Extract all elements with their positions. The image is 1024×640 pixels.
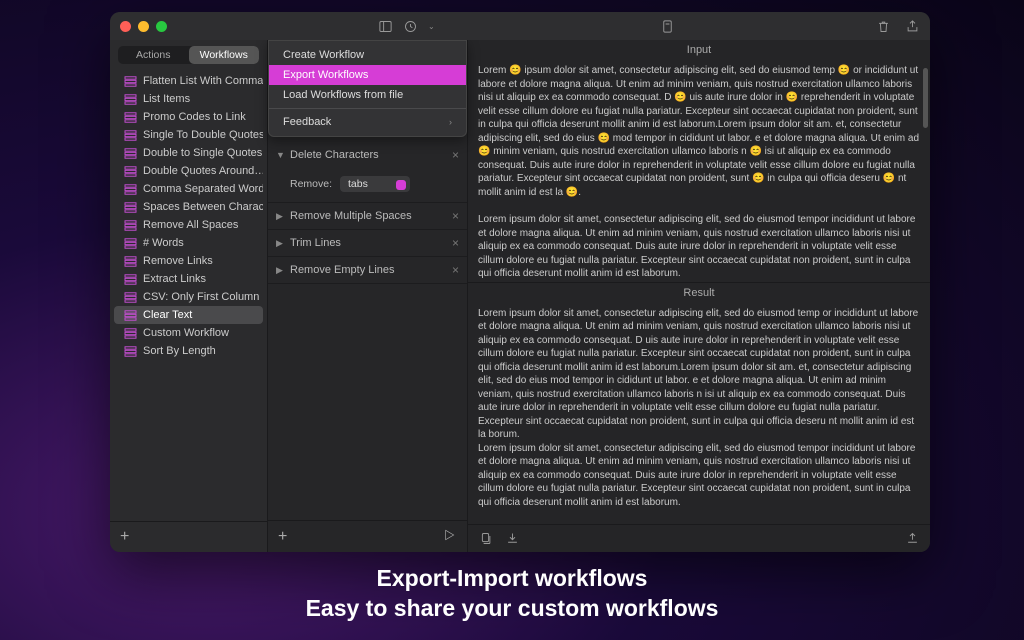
marketing-caption: Export-Import workflows Easy to share yo… [0,564,1024,624]
sidebar-item-label: Remove Links [143,255,213,267]
step-title: Trim Lines [290,237,446,249]
sidebar-item-label: Spaces Between Charact… [143,201,263,213]
sidebar-item[interactable]: Double to Single Quotes [114,144,263,162]
disclosure-right-icon[interactable]: ▶ [276,238,284,249]
sidebar-item[interactable]: Extract Links [114,270,263,288]
document-icon[interactable] [660,19,675,34]
window-controls [120,21,167,32]
step-trim-lines[interactable]: ▶ Trim Lines × [268,230,467,257]
remove-step-button[interactable]: × [452,236,459,250]
sidebar: Actions Workflows Flatten List With Comm… [110,40,268,552]
sidebar-item-label: Single To Double Quotes [143,129,263,141]
sidebar-item-label: Extract Links [143,273,206,285]
sidebar-item-label: Promo Codes to Link [143,111,246,123]
remove-step-button[interactable]: × [452,209,459,223]
add-step-button[interactable]: + [278,528,287,546]
sidebar-item[interactable]: CSV: Only First Column [114,288,263,306]
sidebar-item[interactable]: Double Quotes Around… [114,162,263,180]
export-result-icon[interactable] [905,531,920,546]
workflow-menu-button[interactable] [403,19,418,34]
segmented-control[interactable]: Actions Workflows [118,46,259,64]
menu-feedback-label: Feedback [283,116,331,128]
sidebar-item[interactable]: List Items [114,90,263,108]
tab-actions[interactable]: Actions [118,46,189,64]
menu-create-workflow[interactable]: Create Workflow [269,45,466,65]
sidebar-item[interactable]: Promo Codes to Link [114,108,263,126]
disclosure-right-icon[interactable]: ▶ [276,211,284,222]
sidebar-item[interactable]: Comma Separated Words [114,180,263,198]
share-icon[interactable] [905,19,920,34]
sidebar-item-label: Flatten List With Commas [143,75,263,87]
disclosure-down-icon[interactable]: ▼ [276,150,284,160]
remove-step-button[interactable]: × [452,148,459,162]
sidebar-item-label: Remove All Spaces [143,219,238,231]
step-remove-empty-lines[interactable]: ▶ Remove Empty Lines × [268,257,467,284]
close-window-button[interactable] [120,21,131,32]
menu-export-workflows[interactable]: Export Workflows [269,65,466,85]
sidebar-item-label: Clear Text [143,309,192,321]
step-delete-characters[interactable]: ▼ Delete Characters × Remove: tabs [268,140,467,203]
caption-line: Export-Import workflows [0,564,1024,594]
remove-label: Remove: [290,178,332,190]
add-workflow-button[interactable]: + [120,528,129,545]
sidebar-toggle-icon[interactable] [378,19,393,34]
sidebar-item-label: Double Quotes Around… [143,165,263,177]
steps-column: Create Workflow Export Workflows Load Wo… [268,40,468,552]
sidebar-item[interactable]: Spaces Between Charact… [114,198,263,216]
copy-input-icon[interactable] [478,531,493,546]
sidebar-item[interactable]: Remove Links [114,252,263,270]
sidebar-item[interactable]: Flatten List With Commas [114,72,263,90]
step-title: Remove Multiple Spaces [290,210,446,222]
input-paragraph: Lorem ipsum dolor sit amet, consectetur … [478,213,920,281]
sidebar-item-label: Comma Separated Words [143,183,263,195]
sidebar-item-label: Double to Single Quotes [143,147,262,159]
menu-load-workflows[interactable]: Load Workflows from file [269,85,466,105]
step-remove-multiple-spaces[interactable]: ▶ Remove Multiple Spaces × [268,203,467,230]
step-title: Delete Characters [290,149,446,161]
remove-select[interactable]: tabs [340,176,410,192]
sidebar-item[interactable]: # Words [114,234,263,252]
sidebar-item[interactable]: Custom Workflow [114,324,263,342]
sidebar-item-label: CSV: Only First Column [143,291,259,303]
disclosure-right-icon[interactable]: ▶ [276,265,284,276]
input-paragraph: Lorem 😊 ipsum dolor sit amet, consectetu… [478,64,920,199]
result-panel-title: Result [468,283,930,303]
caption-line: Easy to share your custom workflows [0,594,1024,624]
result-paragraph: Lorem ipsum dolor sit amet, consectetur … [478,307,920,442]
trash-icon[interactable] [876,19,891,34]
menu-separator [269,108,466,109]
remove-step-button[interactable]: × [452,263,459,277]
chevron-down-icon: ⌄ [428,22,435,31]
input-panel-title: Input [468,40,930,60]
step-title: Remove Empty Lines [290,264,446,276]
scrollbar[interactable] [923,68,928,128]
app-window: ⌄ Actions Workflows Flatten List With Co… [110,12,930,552]
input-text-area[interactable]: Lorem 😊 ipsum dolor sit amet, consectetu… [468,60,930,283]
tab-workflows[interactable]: Workflows [189,46,260,64]
menu-feedback[interactable]: Feedback › [269,112,466,132]
sidebar-item-label: List Items [143,93,190,105]
titlebar: ⌄ [110,12,930,40]
text-panels: Input Lorem 😊 ipsum dolor sit amet, cons… [468,40,930,552]
minimize-window-button[interactable] [138,21,149,32]
sidebar-item-label: Sort By Length [143,345,216,357]
chevron-right-icon: › [449,117,452,127]
import-icon[interactable] [505,531,520,546]
zoom-window-button[interactable] [156,21,167,32]
sidebar-item[interactable]: Sort By Length [114,342,263,360]
workflow-list: Flatten List With Commas List Items Promo … [110,70,267,521]
result-text-area[interactable]: Lorem ipsum dolor sit amet, consectetur … [468,303,930,525]
result-paragraph: Lorem ipsum dolor sit amet, consectetur … [478,442,920,510]
sidebar-item[interactable]: Remove All Spaces [114,216,263,234]
sidebar-item[interactable]: Clear Text [114,306,263,324]
sidebar-item-label: Custom Workflow [143,327,229,339]
workflow-dropdown-menu: Create Workflow Export Workflows Load Wo… [268,40,467,137]
sidebar-item-label: # Words [143,237,184,249]
run-workflow-button[interactable] [441,527,457,546]
sidebar-item[interactable]: Single To Double Quotes [114,126,263,144]
